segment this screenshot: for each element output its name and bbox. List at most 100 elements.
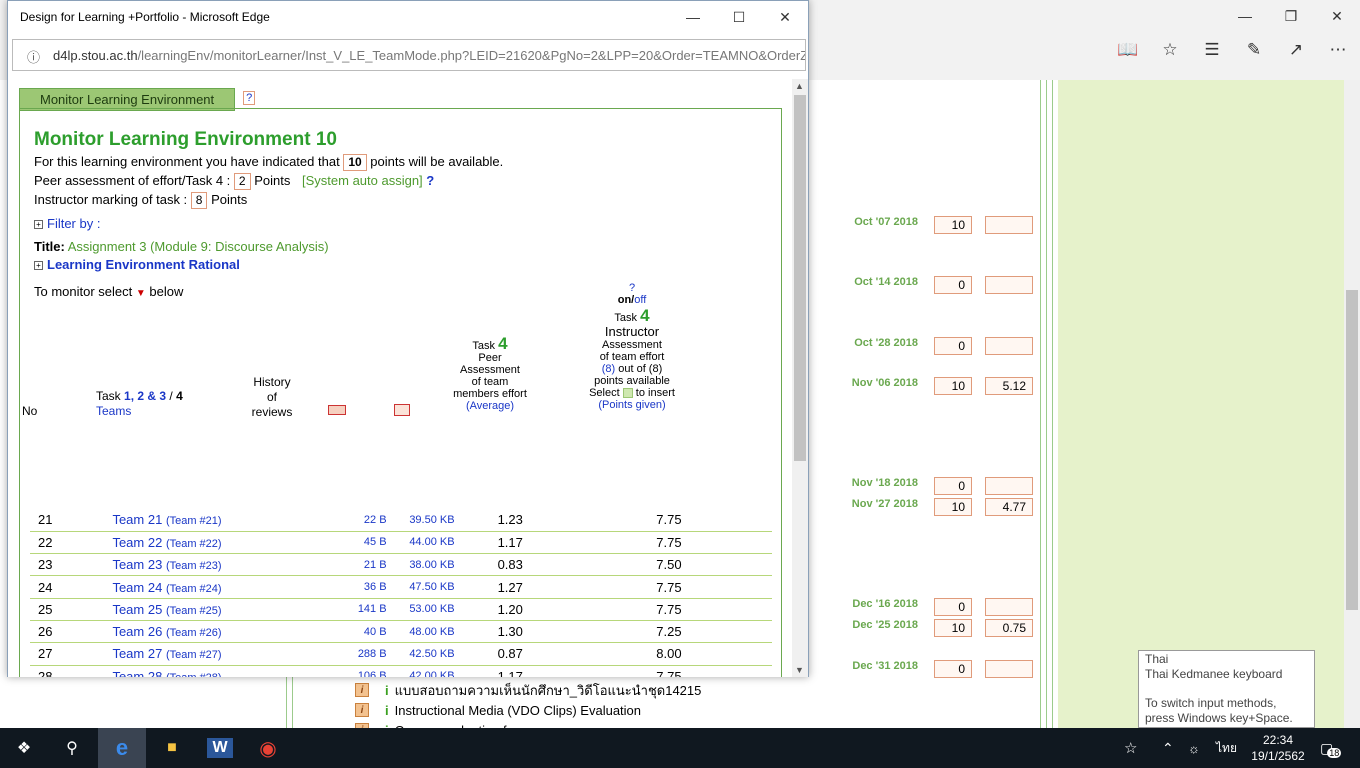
scroll-down-icon[interactable]: ▼ bbox=[795, 665, 804, 675]
instructor-points[interactable]: 8.00 bbox=[565, 642, 772, 666]
instructor-points[interactable]: 7.75 bbox=[565, 665, 772, 677]
toggle-on[interactable]: on/ bbox=[618, 294, 635, 306]
background-points-box[interactable]: 0 bbox=[934, 598, 972, 616]
background-points-box[interactable]: 0 bbox=[934, 276, 972, 294]
search-icon[interactable]: ⚲ bbox=[48, 728, 96, 768]
url-path: /learningEnv/monitorLearner/Inst_V_LE_Te… bbox=[137, 48, 806, 63]
instructor-points[interactable]: 7.75 bbox=[565, 575, 772, 599]
background-scrollbar[interactable] bbox=[1344, 80, 1360, 728]
instructor-points[interactable]: 7.50 bbox=[565, 553, 772, 577]
monitor-panel: Monitor Learning Environment 10 For this… bbox=[19, 108, 782, 677]
background-score-box[interactable]: 0.75 bbox=[985, 619, 1033, 637]
background-points-box[interactable]: 0 bbox=[934, 660, 972, 678]
task-links[interactable]: 1, 2 & 3 bbox=[124, 389, 166, 403]
file-size-link[interactable]: 39.50 KB bbox=[386, 509, 455, 532]
rational-toggle[interactable]: + Learning Environment Rational bbox=[34, 257, 767, 276]
background-score-box[interactable] bbox=[985, 337, 1033, 355]
notification-icon[interactable]: ▢ 18 bbox=[1320, 728, 1342, 768]
history-link[interactable]: 141 B bbox=[271, 598, 387, 621]
start-windows-icon[interactable]: ❖ bbox=[0, 728, 48, 768]
help-link[interactable]: ? bbox=[243, 91, 256, 105]
reading-view-icon[interactable]: 📖 bbox=[1116, 40, 1140, 60]
header-teams[interactable]: Teams bbox=[96, 405, 131, 417]
attachment-icon[interactable] bbox=[394, 404, 410, 416]
instructor-points[interactable]: 7.75 bbox=[565, 531, 772, 555]
background-points-box[interactable]: 10 bbox=[934, 498, 972, 516]
info-icon[interactable]: ⓘ bbox=[27, 47, 40, 66]
background-points-box[interactable]: 10 bbox=[934, 216, 972, 234]
restore-icon[interactable]: ❐ bbox=[1268, 0, 1314, 32]
file-size-link[interactable]: 38.00 KB bbox=[386, 553, 455, 577]
people-icon[interactable]: ☆ bbox=[1124, 728, 1137, 768]
team-link[interactable]: Team 28 (Team #28) bbox=[112, 665, 272, 677]
history-link[interactable]: 22 B bbox=[271, 509, 387, 532]
history-link[interactable]: 36 B bbox=[271, 575, 387, 599]
favorite-star-icon[interactable]: ☆ bbox=[1158, 40, 1182, 60]
file-size-link[interactable]: 47.50 KB bbox=[386, 575, 455, 599]
instructor-points[interactable]: 7.75 bbox=[565, 509, 772, 532]
background-points-box[interactable]: 10 bbox=[934, 377, 972, 395]
chevron-up-icon[interactable]: ⌃ bbox=[1162, 728, 1174, 768]
instructor-points[interactable]: 7.25 bbox=[565, 620, 772, 644]
background-score-box[interactable] bbox=[985, 216, 1033, 234]
share-icon[interactable]: ↗ bbox=[1284, 40, 1308, 60]
file-size-link[interactable]: 42.00 KB bbox=[386, 665, 455, 677]
auto-assign-link[interactable]: [System auto assign] bbox=[302, 173, 423, 188]
background-score-box[interactable]: 4.77 bbox=[985, 498, 1033, 516]
address-bar[interactable]: ⓘ d4lp.stou.ac.th/learningEnv/monitorLea… bbox=[12, 39, 806, 71]
file-size-link[interactable]: 44.00 KB bbox=[386, 531, 455, 555]
history-link[interactable]: 106 B bbox=[271, 665, 387, 677]
history-link[interactable]: 45 B bbox=[271, 531, 387, 555]
wifi-icon[interactable]: ☼ bbox=[1188, 728, 1200, 768]
background-score-box[interactable] bbox=[985, 477, 1033, 495]
mail-icon[interactable] bbox=[328, 405, 346, 415]
instructor-help-link[interactable]: ? bbox=[572, 282, 692, 294]
instructor-points[interactable]: 7.75 bbox=[565, 598, 772, 621]
background-date: Dec '25 2018 bbox=[852, 619, 918, 631]
file-size-link[interactable]: 53.00 KB bbox=[386, 598, 455, 621]
background-points-box[interactable]: 0 bbox=[934, 337, 972, 355]
toggle-off[interactable]: off bbox=[634, 294, 646, 306]
chrome-icon[interactable]: ◉ bbox=[244, 728, 292, 768]
team-link[interactable]: Team 21 (Team #21) bbox=[112, 509, 272, 532]
pen-icon[interactable]: ✎ bbox=[1242, 40, 1266, 60]
background-points-box[interactable]: 10 bbox=[934, 619, 972, 637]
file-size-link[interactable]: 48.00 KB bbox=[386, 620, 455, 644]
file-size-link[interactable]: 42.50 KB bbox=[386, 642, 455, 666]
close-icon[interactable]: ✕ bbox=[762, 1, 808, 33]
row-no: 21 bbox=[30, 509, 113, 532]
history-link[interactable]: 21 B bbox=[271, 553, 387, 577]
select-checkbox-icon[interactable] bbox=[622, 388, 633, 399]
list-item[interactable]: i i แบบสอบถามความเห็นนักศึกษา_วิดีโอแนะนำช… bbox=[355, 680, 701, 700]
word-icon[interactable]: W bbox=[196, 728, 244, 768]
history-link[interactable]: 288 B bbox=[271, 642, 387, 666]
background-score-box[interactable] bbox=[985, 276, 1033, 294]
history-link[interactable]: 40 B bbox=[271, 620, 387, 644]
team-link[interactable]: Team 26 (Team #26) bbox=[112, 620, 272, 644]
minimize-icon[interactable]: — bbox=[1222, 0, 1268, 32]
background-score-box[interactable] bbox=[985, 660, 1033, 678]
team-link[interactable]: Team 23 (Team #23) bbox=[112, 553, 272, 577]
clock[interactable]: 22:34 19/1/2562 bbox=[1248, 728, 1308, 768]
maximize-icon[interactable]: ☐ bbox=[716, 1, 762, 33]
background-points-box[interactable]: 0 bbox=[934, 477, 972, 495]
peer-help-link[interactable]: ? bbox=[426, 173, 434, 188]
background-score-box[interactable]: 5.12 bbox=[985, 377, 1033, 395]
team-link[interactable]: Team 24 (Team #24) bbox=[112, 575, 272, 599]
favorites-hub-icon[interactable]: ☰ bbox=[1200, 40, 1224, 60]
team-link[interactable]: Team 22 (Team #22) bbox=[112, 531, 272, 555]
background-toolbar: 📖 ☆ ☰ ✎ ↗ ⋯ bbox=[1116, 40, 1350, 60]
filter-toggle[interactable]: + Filter by : bbox=[34, 216, 767, 235]
file-explorer-icon[interactable]: ■ bbox=[148, 728, 196, 768]
more-icon[interactable]: ⋯ bbox=[1326, 40, 1350, 60]
language-indicator[interactable]: ไทย bbox=[1216, 728, 1237, 768]
background-score-box[interactable] bbox=[985, 598, 1033, 616]
list-item[interactable]: i i Instructional Media (VDO Clips) Evalua… bbox=[355, 700, 701, 720]
scroll-up-icon[interactable]: ▲ bbox=[795, 81, 804, 91]
edge-icon[interactable]: e bbox=[98, 728, 146, 768]
minimize-icon[interactable]: — bbox=[670, 1, 716, 33]
popup-scrollbar[interactable]: ▲ ▼ bbox=[792, 79, 808, 677]
team-link[interactable]: Team 25 (Team #25) bbox=[112, 598, 272, 621]
team-link[interactable]: Team 27 (Team #27) bbox=[112, 642, 272, 666]
close-icon[interactable]: ✕ bbox=[1314, 0, 1360, 32]
